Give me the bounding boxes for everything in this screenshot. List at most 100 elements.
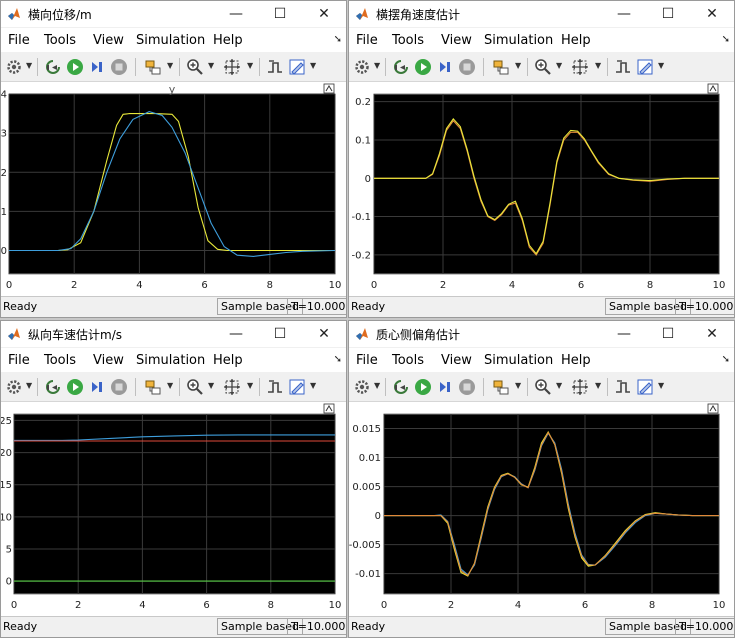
triggers-icon[interactable] xyxy=(613,57,633,77)
settings-gear-icon[interactable] xyxy=(5,377,23,397)
close-icon[interactable]: ✕ xyxy=(302,321,346,347)
menu-tools[interactable]: Tools xyxy=(392,33,424,48)
maximize-icon[interactable]: ☐ xyxy=(646,321,690,347)
minimize-icon[interactable]: — xyxy=(214,1,258,27)
settings-dropdown-icon[interactable]: ▼ xyxy=(26,381,32,390)
zoom-dropdown-icon[interactable]: ▼ xyxy=(556,61,562,70)
scope2-plot[interactable]: 0 2 4 6 8 10 -0.2 -0.1 0 0.1 0.2 xyxy=(349,82,735,298)
autoscale-icon[interactable] xyxy=(221,57,243,77)
autoscale-dropdown-icon[interactable]: ▼ xyxy=(595,61,601,70)
style-dropdown-icon[interactable]: ▼ xyxy=(310,381,316,390)
run-icon[interactable] xyxy=(65,57,85,77)
plot-area[interactable]: 0 2 4 6 8 10 0 1 2 3 4 y xyxy=(1,82,346,298)
stop-icon[interactable] xyxy=(457,377,477,397)
maximize-icon[interactable]: ☐ xyxy=(258,1,302,27)
style-edit-icon[interactable] xyxy=(287,377,307,397)
title-bar[interactable]: 质心侧偏角估计 — ☐ ✕ xyxy=(349,321,734,347)
menu-file[interactable]: File xyxy=(356,33,378,48)
style-dropdown-icon[interactable]: ▼ xyxy=(310,61,316,70)
autoscale-icon[interactable] xyxy=(221,377,243,397)
settings-dropdown-icon[interactable]: ▼ xyxy=(374,61,380,70)
settings-dropdown-icon[interactable]: ▼ xyxy=(374,381,380,390)
autoscale-dropdown-icon[interactable]: ▼ xyxy=(247,61,253,70)
highlight-block-icon[interactable] xyxy=(143,377,163,397)
run-icon[interactable] xyxy=(65,377,85,397)
highlight-dropdown-icon[interactable]: ▼ xyxy=(515,381,521,390)
close-icon[interactable]: ✕ xyxy=(302,1,346,27)
scope3-plot[interactable]: 0 2 4 6 8 10 0 5 10 15 20 25 xyxy=(1,402,347,618)
minimize-icon[interactable]: — xyxy=(602,321,646,347)
maximize-icon[interactable]: ☐ xyxy=(646,1,690,27)
menu-help[interactable]: Help xyxy=(561,33,591,48)
style-edit-icon[interactable] xyxy=(287,57,307,77)
menu-file[interactable]: File xyxy=(8,353,30,368)
menu-simulation[interactable]: Simulation xyxy=(136,33,205,48)
stop-icon[interactable] xyxy=(109,377,129,397)
triggers-icon[interactable] xyxy=(265,57,285,77)
menu-help[interactable]: Help xyxy=(561,353,591,368)
menu-view[interactable]: View xyxy=(441,33,472,48)
highlight-block-icon[interactable] xyxy=(491,377,511,397)
title-bar[interactable]: 横向位移/m — ☐ ✕ xyxy=(1,1,346,27)
step-back-icon[interactable] xyxy=(43,377,63,397)
title-bar[interactable]: 横摆角速度估计 — ☐ ✕ xyxy=(349,1,734,27)
style-edit-icon[interactable] xyxy=(635,57,655,77)
scope4-plot[interactable]: 0 2 4 6 8 10 -0.01 -0.005 0 0.005 0.01 0.015 xyxy=(349,402,735,618)
menu-file[interactable]: File xyxy=(8,33,30,48)
triggers-icon[interactable] xyxy=(613,377,633,397)
run-icon[interactable] xyxy=(413,377,433,397)
zoom-in-icon[interactable] xyxy=(533,57,553,77)
highlight-block-icon[interactable] xyxy=(143,57,163,77)
autoscale-icon[interactable] xyxy=(569,377,591,397)
zoom-in-icon[interactable] xyxy=(185,57,205,77)
menu-help[interactable]: Help xyxy=(213,353,243,368)
step-forward-icon[interactable] xyxy=(87,377,107,397)
style-dropdown-icon[interactable]: ▼ xyxy=(658,381,664,390)
close-icon[interactable]: ✕ xyxy=(690,1,734,27)
step-forward-icon[interactable] xyxy=(435,57,455,77)
title-bar[interactable]: 纵向车速估计m/s — ☐ ✕ xyxy=(1,321,346,347)
style-edit-icon[interactable] xyxy=(635,377,655,397)
menu-view[interactable]: View xyxy=(93,33,124,48)
highlight-block-icon[interactable] xyxy=(491,57,511,77)
autoscale-dropdown-icon[interactable]: ▼ xyxy=(247,381,253,390)
stop-icon[interactable] xyxy=(457,57,477,77)
menu-file[interactable]: File xyxy=(356,353,378,368)
menu-simulation[interactable]: Simulation xyxy=(484,33,553,48)
scope1-plot[interactable]: 0 2 4 6 8 10 0 1 2 3 4 y xyxy=(1,82,347,298)
menu-tools[interactable]: Tools xyxy=(392,353,424,368)
menu-view[interactable]: View xyxy=(441,353,472,368)
menu-simulation[interactable]: Simulation xyxy=(484,353,553,368)
menu-dock-arrow-icon[interactable]: ➘ xyxy=(334,34,342,45)
triggers-icon[interactable] xyxy=(265,377,285,397)
settings-gear-icon[interactable] xyxy=(5,57,23,77)
menu-help[interactable]: Help xyxy=(213,33,243,48)
step-back-icon[interactable] xyxy=(391,377,411,397)
menu-tools[interactable]: Tools xyxy=(44,353,76,368)
step-forward-icon[interactable] xyxy=(87,57,107,77)
menu-dock-arrow-icon[interactable]: ➘ xyxy=(722,34,730,45)
menu-simulation[interactable]: Simulation xyxy=(136,353,205,368)
menu-dock-arrow-icon[interactable]: ➘ xyxy=(722,354,730,365)
settings-dropdown-icon[interactable]: ▼ xyxy=(26,61,32,70)
settings-gear-icon[interactable] xyxy=(353,377,371,397)
run-icon[interactable] xyxy=(413,57,433,77)
close-icon[interactable]: ✕ xyxy=(690,321,734,347)
plot-area[interactable]: 0 2 4 6 8 10 -0.01 -0.005 0 0.005 0.01 0.015 xyxy=(349,402,734,618)
highlight-dropdown-icon[interactable]: ▼ xyxy=(167,61,173,70)
step-forward-icon[interactable] xyxy=(435,377,455,397)
minimize-icon[interactable]: — xyxy=(214,321,258,347)
highlight-dropdown-icon[interactable]: ▼ xyxy=(167,381,173,390)
highlight-dropdown-icon[interactable]: ▼ xyxy=(515,61,521,70)
plot-area[interactable]: 0 2 4 6 8 10 -0.2 -0.1 0 0.1 0.2 xyxy=(349,82,734,298)
stop-icon[interactable] xyxy=(109,57,129,77)
settings-gear-icon[interactable] xyxy=(353,57,371,77)
zoom-dropdown-icon[interactable]: ▼ xyxy=(556,381,562,390)
zoom-dropdown-icon[interactable]: ▼ xyxy=(208,61,214,70)
zoom-in-icon[interactable] xyxy=(185,377,205,397)
zoom-in-icon[interactable] xyxy=(533,377,553,397)
autoscale-icon[interactable] xyxy=(569,57,591,77)
zoom-dropdown-icon[interactable]: ▼ xyxy=(208,381,214,390)
menu-tools[interactable]: Tools xyxy=(44,33,76,48)
style-dropdown-icon[interactable]: ▼ xyxy=(658,61,664,70)
